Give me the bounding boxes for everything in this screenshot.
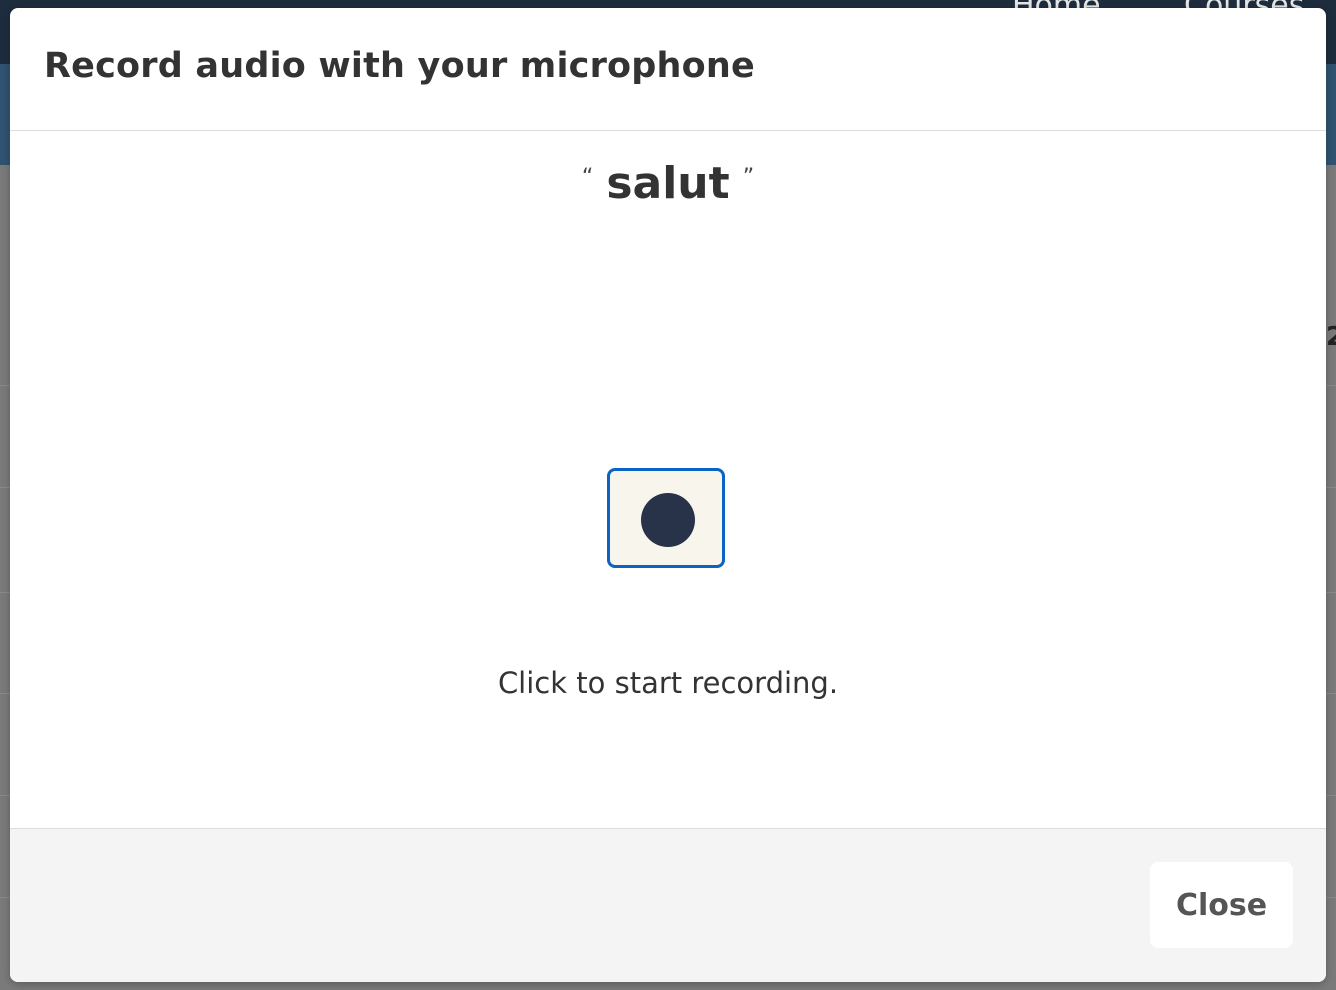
record-dot-icon bbox=[641, 493, 695, 547]
phrase-word: salut bbox=[606, 158, 730, 209]
open-quote: “ bbox=[581, 165, 594, 190]
close-button[interactable]: Close bbox=[1150, 862, 1293, 948]
modal-title: Record audio with your microphone bbox=[44, 46, 755, 86]
modal-footer: Close bbox=[10, 828, 1326, 982]
modal-header: Record audio with your microphone bbox=[10, 8, 1326, 131]
record-audio-modal: Record audio with your microphone “ salu… bbox=[10, 8, 1326, 982]
close-quote: ” bbox=[742, 165, 755, 190]
target-phrase: “ salut ” bbox=[10, 158, 1326, 209]
record-button[interactable] bbox=[607, 468, 725, 568]
recording-status-text: Click to start recording. bbox=[497, 666, 839, 700]
background-edge-text: 2 bbox=[1326, 322, 1336, 352]
